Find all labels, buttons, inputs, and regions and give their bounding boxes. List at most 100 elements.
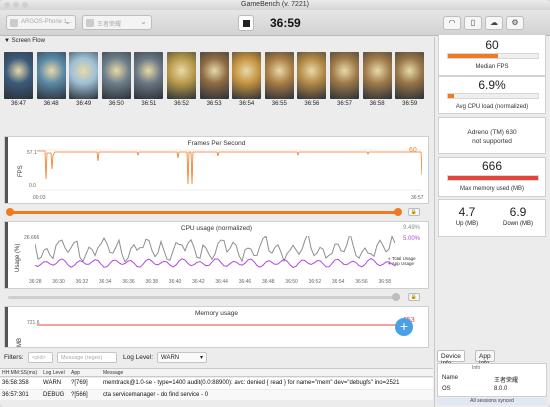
screen-thumbnail[interactable]: 36:50 [101, 52, 131, 112]
screen-flow-header[interactable]: ▼ Screen Flow [4, 38, 45, 44]
max-memory-label: Max memory used (MB) [459, 186, 524, 192]
fps-timeline-slider[interactable] [6, 208, 402, 216]
log-time: 36:57:301 [2, 392, 29, 398]
log-level: WARN [43, 380, 62, 386]
legend-app-label: App Usage [391, 261, 414, 266]
log-col-level[interactable]: Log Level [43, 370, 65, 376]
info-key: OS [442, 386, 451, 392]
log-col-message[interactable]: Message [103, 370, 123, 376]
cpu-x-tick: 36:46 [238, 279, 252, 285]
median-fps-label: Median FPS [475, 64, 509, 70]
cpu-x-tick: 36:34 [98, 279, 112, 285]
thumbnail-image [101, 52, 131, 99]
thumbnail-image [395, 52, 425, 99]
log-message: memtrack@1.0-se - type=1400 audit(0.0:88… [103, 380, 400, 386]
info-value: 8.0.0 [494, 386, 508, 392]
network-card: 4.7 Up (MB) 6.9 Down (MB) [438, 199, 546, 237]
cpu-x-tick: 36:56 [355, 279, 368, 285]
thumbnail-image [199, 52, 229, 99]
message-filter-input[interactable]: Message (regex) [57, 352, 117, 363]
settings-button[interactable]: ⚙ [506, 16, 524, 30]
log-col-time[interactable]: HH:MM:SS(ms) [2, 370, 37, 376]
cpu-x-tick: 36:50 [285, 279, 298, 285]
minimize-window-button[interactable] [13, 2, 19, 8]
fps-x-start-tick: 00:03 [33, 195, 46, 201]
lock-icon: 🔒 [410, 294, 418, 300]
wifi-icon: ◠ [448, 18, 456, 27]
info-key: Name [442, 375, 459, 381]
fps-series-line [37, 150, 422, 185]
cpu-x-tick: 36:54 [331, 279, 345, 285]
log-col-app[interactable]: App [71, 370, 80, 376]
fps-slider-start-handle[interactable] [6, 208, 14, 216]
close-window-button[interactable] [4, 2, 10, 8]
cpu-chart-title: CPU usage (normalized) [180, 225, 253, 232]
cpu-x-tick: 36:42 [192, 279, 205, 285]
gpu-status: not supported [472, 138, 512, 145]
log-level-label: Log Level: [123, 354, 153, 361]
device-dropdown[interactable]: ARGOS-Phone 1... ⌄ [6, 15, 76, 30]
screen-thumbnail[interactable]: 36:47 [4, 52, 33, 112]
thumbnail-time: 36:58 [369, 101, 385, 107]
title-bar: GameBench (v. 7221) [0, 0, 550, 10]
memory-chart-title: Memory usage [195, 310, 238, 317]
fps-slider-fill [8, 211, 400, 214]
screen-thumbnail[interactable]: 36:48 [36, 52, 66, 112]
cpu-total-value: 9.49% [403, 225, 421, 231]
cpu-x-tick: 36:38 [145, 279, 159, 285]
tab-app-info[interactable]: App info [475, 350, 495, 367]
stop-recording-button[interactable] [238, 15, 254, 31]
delete-button[interactable]: ▯ [464, 16, 482, 30]
memory-chart [37, 324, 407, 326]
avg-cpu-label: Avg CPU load (normalized) [455, 104, 529, 110]
filters-label: Filters: [4, 354, 24, 361]
log-time: 36:58:358 [2, 380, 29, 386]
cpu-x-tick: 36:28 [29, 279, 42, 285]
screen-thumbnail[interactable]: 36:52 [167, 52, 196, 112]
fps-chart-panel: Frames Per Second FPS 57.1 0.0 00:03 36:… [4, 136, 429, 204]
sync-status: All sessions synced [437, 398, 547, 405]
tab-device-info[interactable]: Device info [437, 350, 465, 367]
chevron-down-icon: ⌄ [64, 17, 71, 26]
screen-thumbnail[interactable]: 36:54 [232, 52, 262, 112]
screen-thumbnail[interactable]: 36:49 [69, 52, 99, 112]
log-table-header: HH:MM:SS(ms) Log Level App Message [0, 368, 433, 377]
screen-thumbnail[interactable]: 36:53 [199, 52, 229, 112]
upload-button[interactable]: ☁ [485, 16, 503, 30]
fps-x-end-tick: 36:57 [411, 195, 424, 201]
fps-axis-label: FPS [18, 165, 24, 177]
screen-thumbnail[interactable]: 36:51 [134, 52, 164, 112]
log-app: ?[566] [71, 392, 88, 398]
screen-thumbnail[interactable]: 36:56 [297, 52, 327, 112]
cpu-x-tick: 36:58 [378, 279, 392, 285]
log-row[interactable]: 36:57:301 DEBUG ?[566] cta servicemanage… [0, 390, 433, 400]
pid-filter-input[interactable]: <pid> [28, 352, 53, 363]
log-level-select[interactable]: WARN ▾ [157, 352, 207, 363]
cpu-slider-handle[interactable] [392, 293, 400, 301]
thumbnail-image [69, 52, 99, 99]
screen-thumbnail[interactable]: 36:58 [362, 52, 392, 112]
thumbnail-image [134, 52, 164, 99]
zoom-window-button[interactable] [22, 2, 28, 8]
screen-thumbnail[interactable]: 36:59 [395, 52, 425, 112]
log-row[interactable]: 36:58:358 WARN ?[769] memtrack@1.0-se - … [0, 378, 433, 389]
cpu-lock-button[interactable]: 🔒 [408, 293, 420, 301]
thumbnail-image [232, 52, 262, 99]
app-dropdown[interactable]: 王者荣耀 ⌄ [82, 15, 152, 30]
median-fps-bar-fill [448, 54, 498, 58]
screen-thumbnail[interactable]: 36:57 [330, 52, 359, 112]
cpu-x-tick: 36:40 [168, 279, 182, 285]
stop-icon [243, 20, 250, 27]
cpu-x-tick: 36:36 [122, 279, 135, 285]
trash-icon: ▯ [470, 18, 476, 27]
network-up-value: 4.7 [458, 205, 476, 219]
fps-slider-end-handle[interactable] [394, 208, 402, 216]
wifi-button[interactable]: ◠ [443, 16, 461, 30]
thumbnail-time: 36:55 [271, 101, 287, 107]
fps-lock-button[interactable]: 🔒 [408, 208, 420, 216]
add-marker-button[interactable]: + [395, 318, 413, 336]
max-memory-card: 666 Max memory used (MB) [438, 157, 546, 197]
info-column-header: Info [472, 365, 481, 371]
screen-thumbnail[interactable]: 36:55 [264, 52, 294, 112]
cpu-timeline-slider[interactable] [8, 293, 400, 301]
